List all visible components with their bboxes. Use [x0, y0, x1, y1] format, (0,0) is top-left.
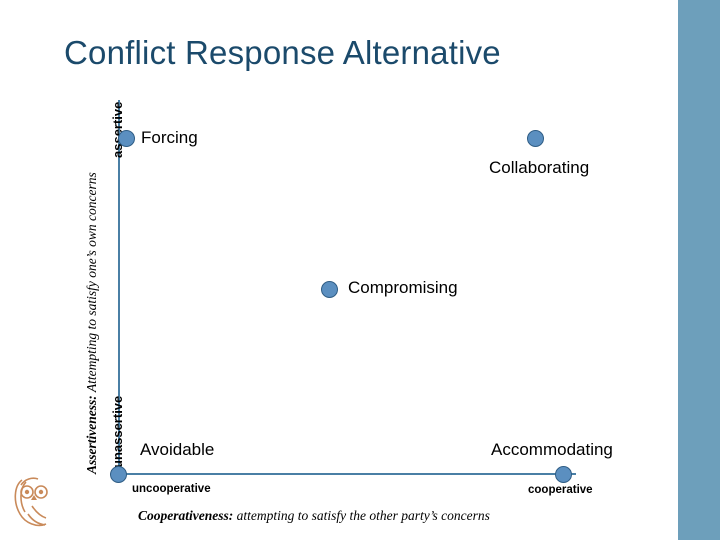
dot-avoidable[interactable] — [110, 466, 127, 483]
dot-accommodating[interactable] — [555, 466, 572, 483]
slide-canvas: Conflict Response Alternative Assertiven… — [0, 0, 720, 540]
dot-forcing[interactable] — [118, 130, 135, 147]
label-accommodating: Accommodating — [491, 440, 613, 459]
decorative-right-band-gap — [670, 0, 678, 540]
horizontal-axis-label-rest: attempting to satisfy the other party’s … — [233, 508, 490, 523]
horizontal-axis-line — [118, 473, 576, 475]
vertical-axis-bottom-end-label: unassertive — [110, 395, 125, 468]
dot-compromising[interactable] — [321, 281, 338, 298]
label-forcing: Forcing — [141, 128, 198, 147]
label-collaborating: Collaborating — [489, 158, 590, 177]
owl-icon — [8, 470, 70, 534]
decorative-right-band — [678, 0, 720, 540]
horizontal-axis-right-end-label: cooperative — [528, 484, 593, 496]
vertical-axis-label: Assertiveness: Attempting to satisfy one… — [84, 172, 100, 474]
label-compromising: Compromising — [348, 278, 458, 297]
horizontal-axis-label: Cooperativeness: attempting to satisfy t… — [138, 508, 490, 524]
page-title: Conflict Response Alternative — [64, 34, 501, 71]
vertical-axis-label-bold: Assertiveness: — [84, 395, 99, 474]
label-avoidable: Avoidable — [140, 440, 215, 459]
horizontal-axis-label-bold: Cooperativeness: — [138, 508, 234, 523]
dot-collaborating[interactable] — [527, 130, 544, 147]
horizontal-axis-left-end-label: uncooperative — [132, 483, 211, 495]
vertical-axis-label-rest: Attempting to satisfy one’s own concerns — [84, 172, 99, 396]
